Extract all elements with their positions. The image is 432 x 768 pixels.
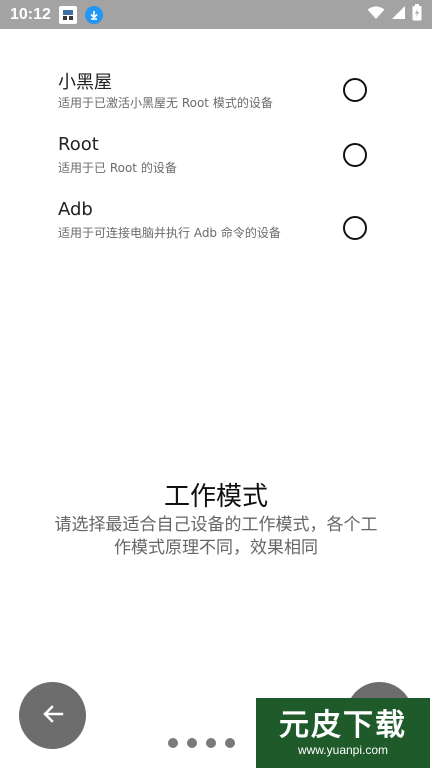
watermark-url: www.yuanpi.com [297, 743, 389, 757]
page-title: 工作模式 [163, 482, 268, 512]
page-indicator [168, 738, 235, 748]
arrow-left-icon [42, 703, 64, 728]
radio-button[interactable] [343, 78, 367, 102]
option-description: 适用于可连接电脑并执行 Adb 命令的设备 [58, 226, 281, 240]
radio-button[interactable] [343, 143, 367, 167]
option-description: 适用于已 Root 的设备 [58, 161, 177, 175]
option-description: 适用于已激活小黑屋无 Root 模式的设备 [58, 96, 273, 110]
signal-icon [391, 5, 406, 24]
page-dot [168, 738, 178, 748]
status-indicators [367, 4, 422, 25]
battery-icon [412, 4, 422, 25]
page-dot [225, 738, 235, 748]
radio-button[interactable] [343, 216, 367, 240]
page-description: 请选择最适合自己设备的工作模式，各个工作模式原理不同，效果相同 [54, 515, 378, 558]
back-button[interactable] [19, 682, 86, 749]
watermark-logo: 元皮下载 [279, 708, 407, 743]
page-dot [206, 738, 216, 748]
option-title: Root [58, 134, 99, 155]
page-dot [187, 738, 197, 748]
download-icon [84, 5, 103, 24]
status-bar: 10:12 [0, 0, 432, 29]
option-title: 小黑屋 [58, 72, 112, 93]
wifi-icon [367, 5, 385, 24]
option-title: Adb [58, 199, 93, 220]
watermark: 元皮下载 www.yuanpi.com [256, 698, 430, 768]
status-time: 10:12 [10, 5, 51, 23]
app-notification-icon [58, 5, 77, 24]
